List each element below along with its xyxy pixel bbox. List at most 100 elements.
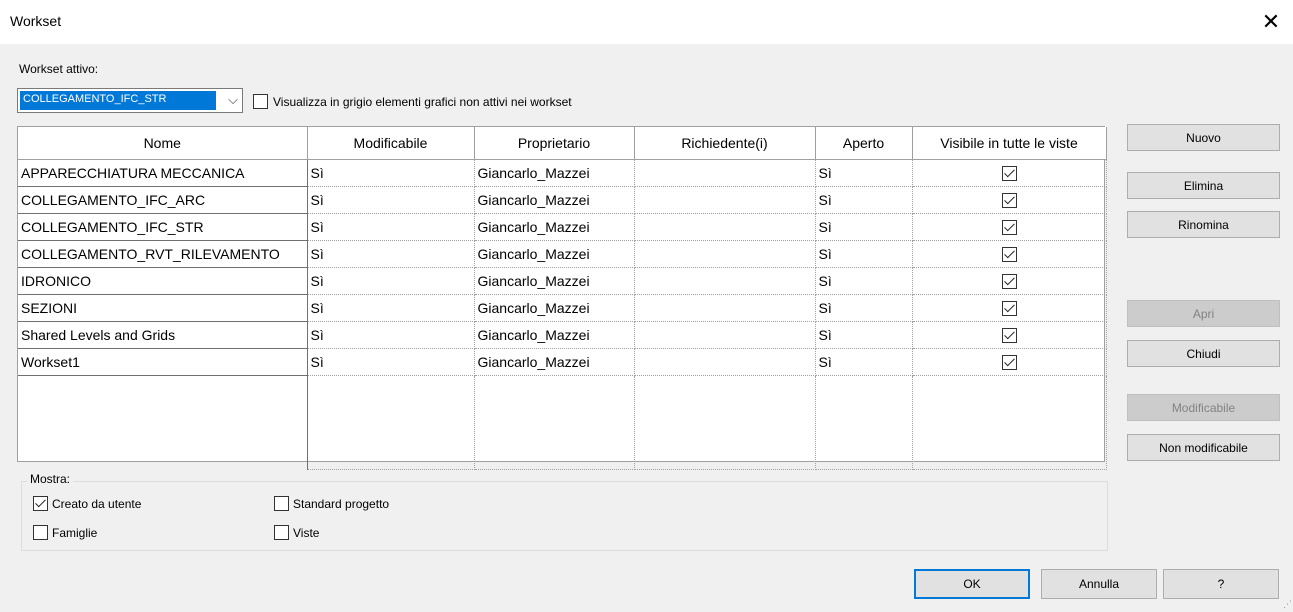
table-empty-row [18, 375, 1107, 470]
table-row[interactable]: APPARECCHIATURA MECCANICA Sì Giancarlo_Maz… [18, 159, 1107, 187]
cell-visible [912, 321, 1107, 349]
cell-owner[interactable]: Giancarlo_Mazzei [474, 213, 635, 241]
cell-open[interactable]: Sì [815, 213, 913, 241]
cell-borrowers[interactable] [634, 294, 816, 322]
editable-button[interactable]: Modificabile [1127, 394, 1280, 421]
cell-visible [912, 159, 1107, 187]
table-row[interactable]: SEZIONI Sì Giancarlo_Mazzei Sì [18, 294, 1107, 322]
cell-borrowers[interactable] [634, 240, 816, 268]
window-title: Workset [10, 13, 62, 29]
option-views[interactable]: Viste [274, 525, 319, 540]
col-header-borrowers[interactable]: Richiedente(i) [634, 127, 816, 160]
cell-name[interactable]: APPARECCHIATURA MECCANICA [18, 159, 308, 187]
visible-checkbox[interactable] [1001, 165, 1017, 181]
table-row[interactable]: IDRONICO Sì Giancarlo_Mazzei Sì [18, 267, 1107, 295]
cell-open[interactable]: Sì [815, 159, 913, 187]
visible-checkbox[interactable] [1001, 354, 1017, 370]
col-header-visible[interactable]: Visibile in tutte le viste [912, 127, 1107, 160]
col-header-editable[interactable]: Modificabile [307, 127, 475, 160]
option-project-standards[interactable]: Standard progetto [274, 496, 389, 511]
col-header-owner[interactable]: Proprietario [474, 127, 635, 160]
rename-button[interactable]: Rinomina [1127, 211, 1280, 238]
cell-owner[interactable]: Giancarlo_Mazzei [474, 294, 635, 322]
cell-visible [912, 186, 1107, 214]
cell-name[interactable]: IDRONICO [18, 267, 308, 295]
table-row[interactable]: COLLEGAMENTO_RVT_RILEVAMENTO Sì Giancarlo_… [18, 240, 1107, 268]
col-header-open[interactable]: Aperto [815, 127, 913, 160]
cell-open[interactable]: Sì [815, 321, 913, 349]
cell-name[interactable]: Shared Levels and Grids [18, 321, 308, 349]
cell-visible [912, 240, 1107, 268]
delete-button[interactable]: Elimina [1127, 172, 1280, 199]
user-created-label: Creato da utente [52, 496, 142, 511]
cell-editable[interactable]: Sì [307, 294, 475, 322]
cell-borrowers[interactable] [634, 321, 816, 349]
cell-open[interactable]: Sì [815, 294, 913, 322]
cell-editable[interactable]: Sì [307, 186, 475, 214]
cell-owner[interactable]: Giancarlo_Mazzei [474, 267, 635, 295]
cell-owner[interactable]: Giancarlo_Mazzei [474, 186, 635, 214]
cell-name[interactable]: COLLEGAMENTO_IFC_STR [18, 213, 308, 241]
grey-inactive-label: Visualizza in grigio elementi grafici no… [273, 95, 572, 109]
cell-visible [912, 348, 1107, 376]
cell-editable[interactable]: Sì [307, 321, 475, 349]
show-group [21, 481, 1108, 551]
open-button[interactable]: Apri [1127, 300, 1280, 327]
table-row[interactable]: COLLEGAMENTO_IFC_ARC Sì Giancarlo_Mazzei Sì [18, 186, 1107, 214]
user-created-checkbox[interactable] [33, 496, 48, 511]
visible-checkbox[interactable] [1001, 273, 1017, 289]
cell-open[interactable]: Sì [815, 240, 913, 268]
cell-editable[interactable]: Sì [307, 348, 475, 376]
views-checkbox[interactable] [274, 525, 289, 540]
visible-checkbox[interactable] [1001, 219, 1017, 235]
active-workset-dropdown[interactable]: COLLEGAMENTO_IFC_STR ⌵ [17, 88, 243, 113]
families-checkbox[interactable] [33, 525, 48, 540]
cell-name[interactable]: SEZIONI [18, 294, 308, 322]
cell-borrowers[interactable] [634, 186, 816, 214]
cancel-button[interactable]: Annulla [1041, 569, 1157, 599]
help-button[interactable]: ? [1163, 569, 1279, 599]
empty-cell [912, 375, 1107, 470]
col-header-name[interactable]: Nome [18, 127, 308, 160]
cell-borrowers[interactable] [634, 348, 816, 376]
cell-editable[interactable]: Sì [307, 267, 475, 295]
empty-cell [815, 375, 913, 470]
cell-visible [912, 213, 1107, 241]
cell-editable[interactable]: Sì [307, 159, 475, 187]
table-row[interactable]: Workset1 Sì Giancarlo_Mazzei Sì [18, 348, 1107, 376]
new-button[interactable]: Nuovo [1127, 124, 1280, 151]
cell-open[interactable]: Sì [815, 186, 913, 214]
cell-borrowers[interactable] [634, 213, 816, 241]
close-workset-button[interactable]: Chiudi [1127, 340, 1280, 367]
visible-checkbox[interactable] [1001, 300, 1017, 316]
cell-owner[interactable]: Giancarlo_Mazzei [474, 321, 635, 349]
ok-button[interactable]: OK [914, 569, 1030, 599]
cell-borrowers[interactable] [634, 267, 816, 295]
cell-open[interactable]: Sì [815, 348, 913, 376]
table-row[interactable]: Shared Levels and Grids Sì Giancarlo_Mazze… [18, 321, 1107, 349]
non-editable-button[interactable]: Non modificabile [1127, 434, 1280, 461]
cell-name[interactable]: COLLEGAMENTO_IFC_ARC [18, 186, 308, 214]
visible-checkbox[interactable] [1001, 327, 1017, 343]
views-label: Viste [293, 525, 320, 540]
cell-name[interactable]: COLLEGAMENTO_RVT_RILEVAMENTO [18, 240, 308, 268]
option-user-created[interactable]: Creato da utente [33, 496, 141, 511]
close-icon[interactable]: ✕ [1249, 0, 1293, 44]
cell-name[interactable]: Workset1 [18, 348, 308, 376]
option-families[interactable]: Famiglie [33, 525, 97, 540]
cell-borrowers[interactable] [634, 159, 816, 187]
cell-open[interactable]: Sì [815, 267, 913, 295]
cell-editable[interactable]: Sì [307, 240, 475, 268]
cell-owner[interactable]: Giancarlo_Mazzei [474, 159, 635, 187]
table-row[interactable]: COLLEGAMENTO_IFC_STR Sì Giancarlo_Mazzei Sì [18, 213, 1107, 241]
project-standards-checkbox[interactable] [274, 496, 289, 511]
chevron-down-icon[interactable]: ⌵ [228, 92, 238, 108]
visible-checkbox[interactable] [1001, 192, 1017, 208]
cell-owner[interactable]: Giancarlo_Mazzei [474, 348, 635, 376]
show-group-title: Mostra: [27, 472, 74, 486]
grey-inactive-checkbox[interactable] [253, 94, 268, 109]
visible-checkbox[interactable] [1001, 246, 1017, 262]
resize-grip-icon[interactable]: ⋰ [1283, 599, 1292, 610]
cell-owner[interactable]: Giancarlo_Mazzei [474, 240, 635, 268]
cell-editable[interactable]: Sì [307, 213, 475, 241]
